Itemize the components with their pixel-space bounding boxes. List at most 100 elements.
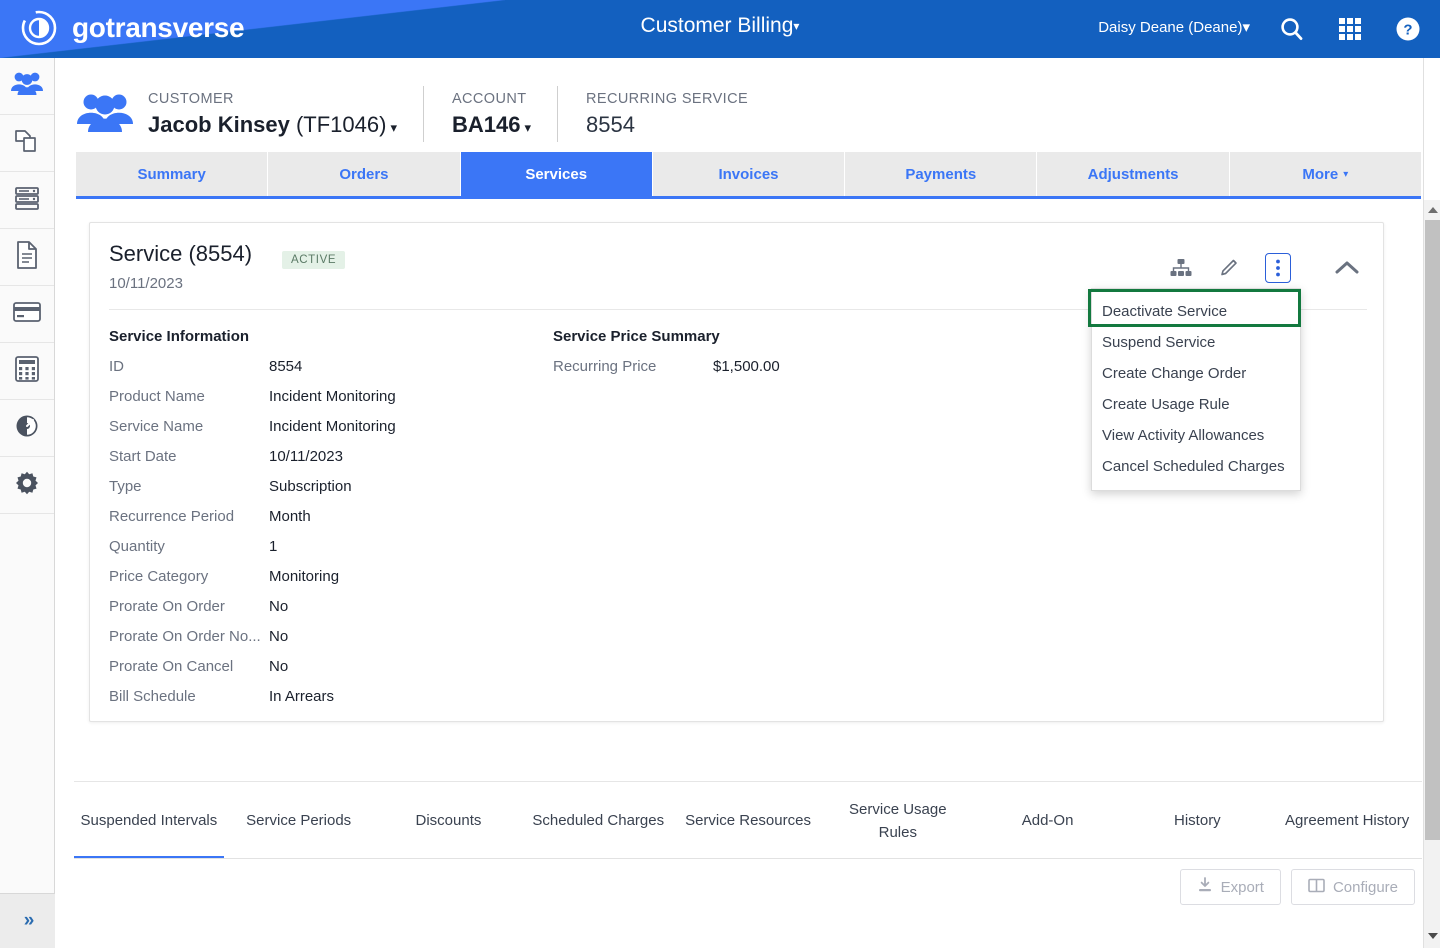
- menu-item-create-change-order[interactable]: Create Change Order: [1092, 358, 1300, 389]
- primary-tabs: Summary Orders Services Invoices Payment…: [76, 152, 1421, 199]
- more-vertical-icon[interactable]: [1265, 253, 1291, 283]
- field-value: $1,500.00: [713, 358, 780, 375]
- tab-summary[interactable]: Summary: [76, 152, 269, 196]
- tab-label: Adjustments: [1087, 165, 1179, 183]
- left-nav-rail: »: [0, 58, 55, 948]
- export-button[interactable]: Export: [1179, 869, 1281, 905]
- edit-pencil-icon[interactable]: [1216, 253, 1244, 283]
- section-heading: Service Information: [109, 328, 250, 345]
- chevron-down-icon: ▾: [524, 119, 531, 135]
- field-label: Prorate On Cancel: [109, 658, 234, 675]
- field-value: 1: [269, 538, 278, 555]
- tab-history[interactable]: History: [1122, 782, 1272, 859]
- scrollbar-track-top: [1424, 58, 1440, 200]
- configure-button[interactable]: Configure: [1290, 869, 1415, 905]
- rail-spacer: [0, 514, 54, 571]
- menu-item-label: View Activity Allowances: [1102, 427, 1265, 444]
- sidebar-item-servers[interactable]: [0, 172, 54, 229]
- customer-avatar-icon: [76, 91, 134, 137]
- field-value: No: [269, 628, 289, 645]
- tab-invoices[interactable]: Invoices: [652, 152, 846, 196]
- tab-service-resources[interactable]: Service Resources: [673, 782, 823, 859]
- brand-name: gotransverse: [72, 12, 245, 43]
- tab-service-usage-rules[interactable]: Service Usage Rules: [823, 782, 973, 859]
- breadcrumb-service-label: RECURRING SERVICE: [586, 90, 749, 107]
- brand-logo[interactable]: gotransverse: [18, 7, 245, 49]
- table-row: Bill Schedule In Arrears: [109, 688, 396, 705]
- chevron-down-icon: ▾: [1242, 19, 1250, 36]
- chevron-down-icon: ▾: [390, 119, 397, 135]
- field-value: Subscription: [269, 478, 352, 495]
- tab-label: Add-On: [1021, 812, 1074, 829]
- field-value: No: [269, 658, 289, 675]
- menu-item-label: Create Usage Rule: [1102, 396, 1230, 413]
- sidebar-item-products[interactable]: [0, 115, 54, 172]
- tab-more[interactable]: More ▾: [1229, 152, 1421, 196]
- sidebar-item-customers[interactable]: [0, 58, 54, 115]
- field-label: Service Name: [109, 418, 204, 435]
- sidebar-item-payments[interactable]: [0, 286, 54, 343]
- table-row: ID 8554: [109, 358, 396, 375]
- tab-label: Summary: [137, 165, 206, 183]
- field-label: Start Date: [109, 448, 177, 465]
- sidebar-item-documents[interactable]: [0, 229, 54, 286]
- tab-add-on[interactable]: Add-On: [973, 782, 1123, 859]
- tab-orders[interactable]: Orders: [268, 152, 461, 196]
- field-label: ID: [109, 358, 124, 375]
- hierarchy-icon[interactable]: [1167, 253, 1195, 283]
- sidebar-item-reports[interactable]: [0, 400, 54, 457]
- header-icon-group: ?: [1274, 10, 1426, 48]
- menu-item-view-activity-allowances[interactable]: View Activity Allowances: [1092, 420, 1300, 451]
- scroll-up-arrow-icon[interactable]: [1424, 201, 1440, 218]
- tab-agreement-history[interactable]: Agreement History: [1272, 782, 1422, 859]
- people-icon: [10, 70, 44, 103]
- field-label: Type: [109, 478, 142, 495]
- table-row: Recurrence Period Month: [109, 508, 396, 525]
- menu-item-label: Cancel Scheduled Charges: [1102, 458, 1285, 475]
- tab-service-periods[interactable]: Service Periods: [224, 782, 374, 859]
- tab-scheduled-charges[interactable]: Scheduled Charges: [523, 782, 673, 859]
- vertical-scrollbar[interactable]: [1423, 58, 1440, 948]
- breadcrumb-customer[interactable]: CUSTOMER Jacob Kinsey (TF1046) ▾: [148, 91, 423, 138]
- menu-item-deactivate-service[interactable]: Deactivate Service: [1092, 296, 1300, 327]
- field-label: Recurring Price: [553, 358, 657, 375]
- menu-item-create-usage-rule[interactable]: Create Usage Rule: [1092, 389, 1300, 420]
- double-chevron-right-icon: »: [23, 910, 34, 931]
- service-start-date: 10/11/2023: [109, 275, 183, 292]
- user-menu[interactable]: Daisy Deane (Deane)▾: [1098, 18, 1250, 36]
- scrollbar-thumb[interactable]: [1425, 220, 1440, 840]
- tab-suspended-intervals[interactable]: Suspended Intervals: [74, 782, 224, 859]
- tab-services[interactable]: Services: [460, 152, 653, 196]
- chevron-down-icon: ▾: [793, 19, 800, 33]
- sidebar-item-calculations[interactable]: [0, 343, 54, 400]
- scroll-down-arrow-icon[interactable]: [1424, 927, 1440, 944]
- tab-adjustments[interactable]: Adjustments: [1037, 152, 1230, 196]
- service-price-summary-section: Service Price Summary Recurring Price $1,…: [553, 328, 780, 375]
- collapse-chevron-icon[interactable]: [1333, 253, 1361, 283]
- tab-label: More: [1302, 165, 1339, 183]
- help-icon[interactable]: ?: [1390, 10, 1426, 48]
- page-title: Service (8554): [109, 241, 253, 266]
- database-icon: [13, 185, 41, 216]
- field-label: Bill Schedule: [109, 688, 196, 705]
- breadcrumb-customer-name: Jacob Kinsey: [148, 111, 290, 137]
- breadcrumb-service-value: 8554: [586, 111, 635, 137]
- tab-label: Agreement History: [1285, 812, 1410, 829]
- table-row: Type Subscription: [109, 478, 396, 495]
- tab-payments[interactable]: Payments: [845, 152, 1038, 196]
- breadcrumb-customer-label: CUSTOMER: [148, 90, 234, 107]
- menu-item-cancel-scheduled-charges[interactable]: Cancel Scheduled Charges: [1092, 451, 1300, 482]
- search-icon[interactable]: [1274, 10, 1310, 48]
- sidebar-item-settings[interactable]: [0, 457, 54, 514]
- table-row: Product Name Incident Monitoring: [109, 388, 396, 405]
- expand-sidebar-button[interactable]: »: [0, 893, 55, 948]
- export-label: Export: [1220, 878, 1264, 896]
- tab-discounts[interactable]: Discounts: [374, 782, 524, 859]
- menu-item-label: Create Change Order: [1102, 365, 1247, 382]
- breadcrumb-divider: [422, 86, 424, 142]
- service-actions-menu: Deactivate Service Suspend Service Creat…: [1091, 288, 1301, 491]
- menu-item-suspend-service[interactable]: Suspend Service: [1092, 327, 1300, 358]
- breadcrumb-account[interactable]: ACCOUNT BA146 ▾: [452, 91, 557, 138]
- apps-grid-icon[interactable]: [1332, 10, 1368, 48]
- table-row: Start Date 10/11/2023: [109, 448, 396, 465]
